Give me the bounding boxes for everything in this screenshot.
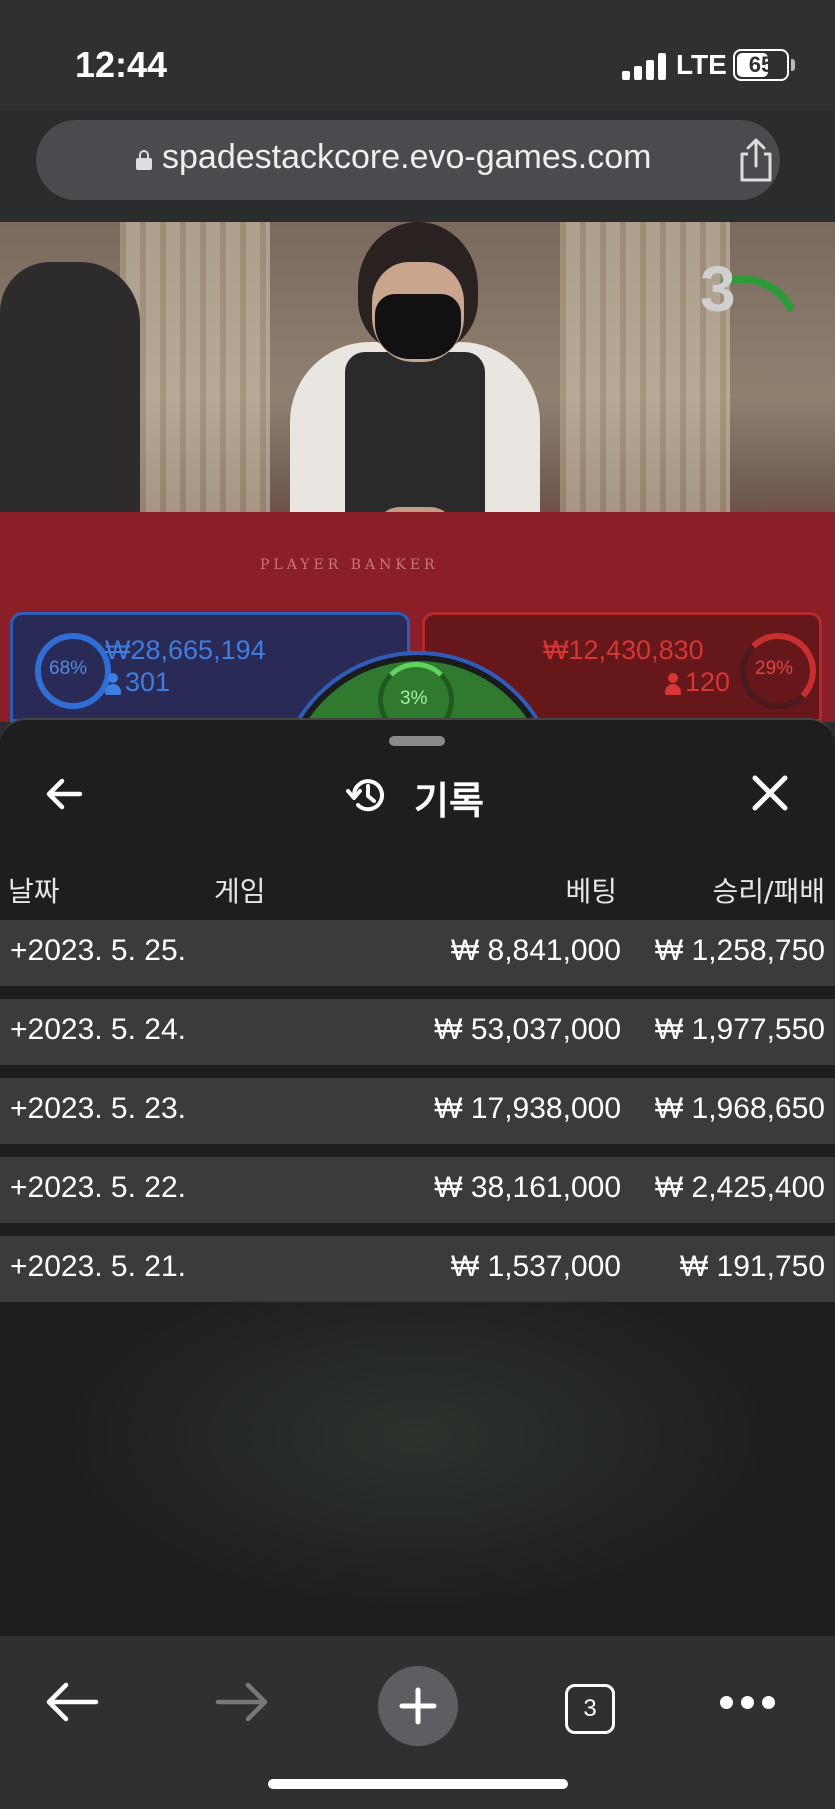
- sheet-grabber[interactable]: [389, 736, 445, 746]
- status-bar: 12:44 LTE 65: [0, 0, 835, 110]
- banker-bettors: 120: [685, 667, 731, 697]
- battery-icon: 65: [733, 49, 789, 81]
- history-row[interactable]: +2023. 5. 22. ₩ 38,161,000 ₩ 2,425,400: [0, 1157, 835, 1223]
- row-date: +2023. 5. 21.: [10, 1250, 186, 1283]
- history-row[interactable]: +2023. 5. 25. ₩ 8,841,000 ₩ 1,258,750: [0, 920, 835, 986]
- table-label: PLAYER BANKER: [260, 557, 439, 573]
- row-bet: ₩ 53,037,000: [434, 1013, 621, 1046]
- folding-screen-left: [120, 222, 270, 522]
- row-result: ₩ 1,977,550: [654, 1013, 825, 1046]
- history-sheet: 기록 날짜 게임 베팅 승리/패배 +2023. 5. 25. ₩ 8,841,…: [0, 718, 835, 1636]
- back-arrow-icon[interactable]: [44, 1680, 100, 1724]
- row-date: +2023. 5. 24.: [10, 1013, 186, 1046]
- column-header-date: 날짜: [8, 875, 60, 908]
- row-bet: ₩ 8,841,000: [450, 934, 621, 967]
- home-indicator[interactable]: [268, 1779, 568, 1789]
- player-bettors: 301: [125, 667, 171, 697]
- history-icon: [346, 779, 384, 812]
- battery-percent: 65: [748, 52, 774, 77]
- new-tab-button[interactable]: [378, 1666, 458, 1746]
- share-icon[interactable]: [736, 138, 776, 182]
- row-date: +2023. 5. 25.: [10, 934, 186, 967]
- history-row[interactable]: +2023. 5. 23. ₩ 17,938,000 ₩ 1,968,650: [0, 1078, 835, 1144]
- tie-percent: 3%: [400, 688, 428, 709]
- status-time: 12:44: [75, 44, 168, 85]
- person-icon: [665, 673, 681, 695]
- bystander: [0, 262, 140, 522]
- row-result: ₩ 1,258,750: [654, 934, 825, 967]
- battery-nub: [791, 59, 795, 71]
- history-row[interactable]: +2023. 5. 21. ₩ 1,537,000 ₩ 191,750: [0, 1236, 835, 1302]
- network-type: LTE: [676, 49, 727, 80]
- row-bet: ₩ 17,938,000: [434, 1092, 621, 1125]
- sheet-title: 기록: [414, 779, 484, 823]
- player-percent: 68%: [49, 658, 88, 679]
- tabs-icon[interactable]: 3: [565, 1684, 615, 1734]
- more-icon[interactable]: [720, 1696, 776, 1712]
- plus-icon: [399, 1687, 437, 1725]
- row-result: ₩ 2,425,400: [654, 1171, 825, 1204]
- row-date: +2023. 5. 23.: [10, 1092, 186, 1125]
- browser-toolbar: 3: [0, 1636, 835, 1809]
- row-bet: ₩ 38,161,000: [434, 1171, 621, 1204]
- back-arrow-icon[interactable]: [42, 772, 86, 816]
- url-text[interactable]: spadestackcore.evo-games.com: [162, 138, 651, 177]
- lock-icon: [136, 150, 152, 170]
- column-header-result: 승리/패배: [712, 875, 825, 908]
- signal-bars-icon: [622, 52, 668, 80]
- column-header-game: 게임: [214, 875, 266, 908]
- address-bar[interactable]: spadestackcore.evo-games.com: [36, 120, 780, 200]
- history-row[interactable]: +2023. 5. 24. ₩ 53,037,000 ₩ 1,977,550: [0, 999, 835, 1065]
- row-bet: ₩ 1,537,000: [450, 1250, 621, 1283]
- row-result: ₩ 191,750: [679, 1250, 825, 1283]
- sheet-background-glow: [0, 1300, 835, 1636]
- row-result: ₩ 1,968,650: [654, 1092, 825, 1125]
- close-icon[interactable]: [749, 772, 791, 814]
- forward-arrow-icon[interactable]: [214, 1680, 270, 1724]
- dealer-mask: [375, 294, 461, 359]
- person-icon: [105, 673, 121, 695]
- column-header-bet: 베팅: [565, 875, 617, 908]
- banker-percent: 29%: [755, 658, 794, 679]
- player-amount: ₩28,665,194: [105, 635, 266, 665]
- countdown-timer: 3: [700, 253, 736, 325]
- row-date: +2023. 5. 22.: [10, 1171, 186, 1204]
- banker-amount: ₩12,430,830: [543, 635, 704, 665]
